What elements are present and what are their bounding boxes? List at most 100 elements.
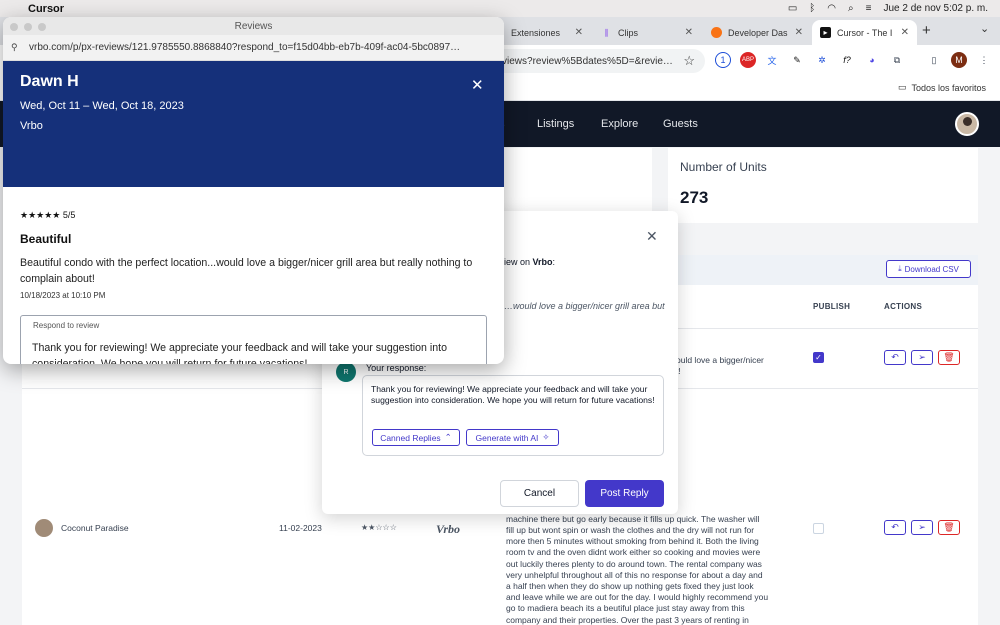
tab-label: Cursor - The I: [837, 27, 893, 38]
folder-icon: ▭: [898, 82, 907, 92]
address-bar-url[interactable]: views?review%5Bdates%5D=&revie…: [502, 56, 673, 67]
profile-avatar[interactable]: M: [951, 52, 967, 68]
star-rating: ★★★★★ 5/5: [20, 210, 75, 221]
generate-ai-button[interactable]: Generate with AI ✧: [466, 429, 559, 446]
nav-link-explore[interactable]: Explore: [601, 118, 638, 130]
stars-glyphs: ★★★★★: [20, 210, 61, 220]
cancel-button[interactable]: Cancel: [500, 480, 579, 507]
review-title: Beautiful: [20, 232, 72, 246]
popup-url: vrbo.com/p/px-reviews/121.9785550.886884…: [29, 42, 461, 53]
kebab-menu-icon[interactable]: ⋮: [976, 52, 992, 68]
review-text-line: and leave while we are out for the day. …: [506, 592, 769, 603]
active-app-name[interactable]: Cursor: [28, 3, 64, 15]
respond-label: Respond to review: [33, 321, 100, 330]
publish-checkbox[interactable]: [813, 523, 824, 534]
popup-window-title: Reviews: [234, 20, 273, 32]
window-close-button[interactable]: [10, 23, 18, 31]
tab-label: Developer Das: [728, 27, 788, 38]
window-zoom-button[interactable]: [38, 23, 46, 31]
clips-icon: ∥: [604, 28, 609, 37]
translate-icon[interactable]: 文: [764, 52, 780, 68]
new-tab-plus-icon[interactable]: +: [922, 22, 931, 39]
modal-intro: iew on Vrbo:: [504, 257, 555, 267]
close-icon[interactable]: ✕: [685, 27, 693, 38]
nav-link-guests[interactable]: Guests: [663, 118, 698, 130]
column-header-publish: PUBLISH: [813, 302, 851, 311]
chevron-up-icon: ⌃: [444, 432, 452, 442]
popup-titlebar[interactable]: Reviews: [3, 17, 504, 35]
delete-button[interactable]: 🗑︎: [938, 350, 960, 365]
review-text-line: a half then when they do show up nothing…: [506, 581, 754, 592]
review-text-line: more then 5 minutes without smoking from…: [506, 536, 759, 547]
close-icon[interactable]: ✕: [646, 228, 658, 245]
review-text-line: room tv and the oven didnt work either s…: [506, 547, 761, 558]
canned-replies-button[interactable]: Canned Replies ⌃: [372, 429, 460, 446]
tab-search-chevron-icon[interactable]: ⌄: [980, 22, 989, 35]
responder-avatar: R: [336, 362, 356, 382]
site-settings-icon[interactable]: ⚲: [11, 42, 18, 53]
cursor-app-icon: ▸: [820, 27, 831, 38]
modal-intro-text: iew on: [504, 257, 533, 267]
vrbo-logo: Vrbo: [436, 522, 461, 536]
popup-url-bar[interactable]: vrbo.com/p/px-reviews/121.9785550.886884…: [3, 35, 504, 61]
close-icon[interactable]: ✕: [795, 27, 803, 38]
side-panel-icon[interactable]: ▯: [926, 52, 942, 68]
close-icon[interactable]: ✕: [471, 76, 484, 94]
modal-intro-source: Vrbo: [532, 257, 553, 267]
search-icon[interactable]: ⌕: [848, 3, 854, 14]
delete-button[interactable]: 🗑︎: [938, 520, 960, 535]
window-minimize-button[interactable]: [24, 23, 32, 31]
publish-checkbox[interactable]: ✓: [813, 352, 824, 363]
modal-review-quote: …would love a bigger/nicer grill area bu…: [504, 301, 665, 311]
extensions-puzzle-icon[interactable]: ⧉: [889, 52, 905, 68]
moon-extension-icon[interactable]: ◕: [864, 52, 880, 68]
battery-icon[interactable]: ▭: [788, 3, 797, 14]
undo-reply-button[interactable]: ↶: [884, 350, 906, 365]
control-center-icon[interactable]: ≡: [866, 3, 872, 14]
tab-cursor[interactable]: ▸ Cursor - The I ✕: [812, 20, 917, 45]
adblock-icon[interactable]: ABP: [740, 52, 756, 68]
download-icon: ⤓: [898, 264, 902, 273]
guest-name: Coconut Paradise: [61, 523, 129, 533]
undo-icon: ↶: [891, 352, 899, 362]
undo-reply-button[interactable]: ↶: [884, 520, 906, 535]
bookmark-star-icon[interactable]: ☆: [683, 53, 695, 69]
review-source: Vrbo: [20, 120, 43, 132]
review-text-line: machine there but go early because it fi…: [506, 513, 760, 524]
sparkle-icon: ✧: [542, 432, 550, 442]
guest-avatar: [35, 519, 53, 537]
all-bookmarks-folder[interactable]: ▭ Todos los favoritos: [898, 82, 986, 93]
eyedropper-icon[interactable]: ✎: [789, 52, 805, 68]
tab-clips[interactable]: ∥ Clips ✕: [593, 20, 701, 45]
modal-intro-colon: :: [552, 257, 556, 267]
send-reply-button[interactable]: ➢: [911, 520, 933, 535]
send-reply-button[interactable]: ➢: [911, 350, 933, 365]
review-text-line: go to madiera beach its a beutiful place…: [506, 603, 745, 614]
tab-label: Extensiones: [511, 27, 561, 38]
user-avatar[interactable]: [955, 112, 979, 136]
tab-developer-dashboard[interactable]: Developer Das ✕: [703, 20, 811, 45]
menubar-datetime[interactable]: Jue 2 de nov 5:02 p. m.: [883, 3, 988, 14]
wifi-icon[interactable]: ◠: [827, 3, 836, 14]
settings-gear-icon[interactable]: ✲: [814, 52, 830, 68]
post-reply-button[interactable]: Post Reply: [585, 480, 664, 507]
download-csv-button[interactable]: ⤓ Download CSV: [886, 260, 971, 278]
respond-text[interactable]: Thank you for reviewing! We appreciate y…: [32, 340, 477, 364]
password-manager-icon[interactable]: 1: [715, 52, 731, 68]
macos-menubar: Cursor ▭ ᛒ ◠ ⌕ ≡ Jue 2 de nov 5:02 p. m.: [0, 0, 1000, 17]
response-text[interactable]: Thank you for reviewing! We appreciate y…: [371, 384, 656, 406]
review-text-line: fill up but wont spin or wash the clothe…: [506, 525, 755, 536]
tab-extensiones[interactable]: Extensiones ✕: [503, 20, 591, 45]
reviewer-name: Dawn H: [20, 73, 79, 90]
fx-icon[interactable]: f?: [839, 52, 855, 68]
review-text-line: out luckily theres plenty to do around t…: [506, 558, 762, 569]
nav-link-listings[interactable]: Listings: [537, 118, 574, 130]
generate-ai-label: Generate with AI: [475, 432, 539, 443]
bluetooth-icon[interactable]: ᛒ: [809, 3, 815, 14]
review-text-line: very unhelpful throughout all of this no…: [506, 569, 763, 580]
your-response-label: Your response:: [366, 363, 427, 373]
close-icon[interactable]: ✕: [901, 27, 909, 38]
rating-value: 5/5: [62, 210, 76, 220]
trash-icon: 🗑︎: [943, 352, 955, 362]
close-icon[interactable]: ✕: [575, 27, 583, 38]
